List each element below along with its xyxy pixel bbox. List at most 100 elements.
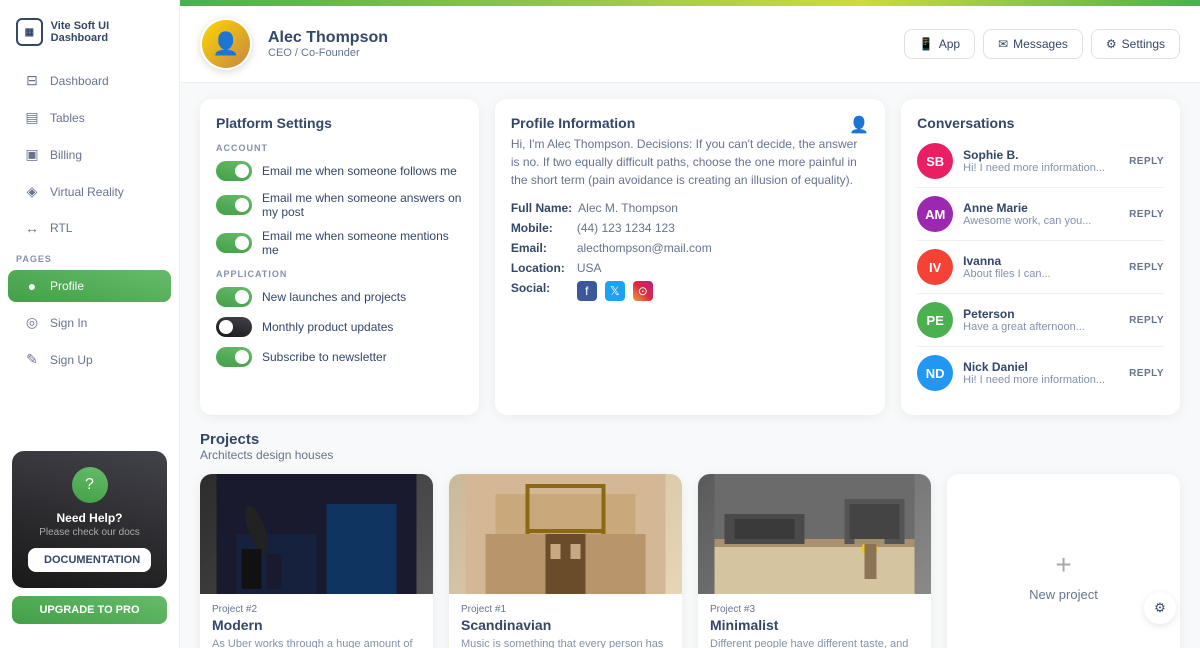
nav-item-dashboard[interactable]: ⊟ Dashboard: [8, 64, 171, 97]
nav-item-rtl[interactable]: ↔ RTL: [8, 212, 171, 244]
platform-settings-title: Platform Settings: [216, 115, 463, 131]
profile-name: Alec Thompson: [268, 29, 888, 47]
project-name-modern: Modern: [212, 617, 421, 633]
toggle-label-launches: New launches and projects: [262, 290, 406, 304]
nav-label-vr: Virtual Reality: [50, 185, 124, 199]
profile-header: 👤 Alec Thompson CEO / Co-Founder 📱 App ✉…: [180, 6, 1200, 83]
twitter-icon[interactable]: 𝕏: [605, 281, 625, 301]
profile-info-title: Profile Information: [511, 115, 635, 131]
toggle-row-newsletter: Subscribe to newsletter: [216, 347, 463, 367]
info-row-email: Email: alecthompson@mail.com: [511, 241, 869, 255]
conv-msg-anne: Awesome work, can you...: [963, 215, 1119, 227]
project-card-modern[interactable]: Project #2 Modern As Uber works through …: [200, 474, 433, 648]
conv-name-nick: Nick Daniel: [963, 360, 1119, 374]
nav-item-tables[interactable]: ▤ Tables: [8, 101, 171, 134]
project-img-modern: [200, 474, 433, 594]
email-value: alecthompson@mail.com: [577, 241, 712, 255]
reply-btn-anne[interactable]: REPLY: [1129, 209, 1164, 220]
reply-btn-ivanna[interactable]: REPLY: [1129, 262, 1164, 273]
conv-item-ivanna: IV Ivanna About files I can... REPLY: [917, 241, 1164, 294]
conv-name-anne: Anne Marie: [963, 201, 1119, 215]
profile-role: CEO / Co-Founder: [268, 47, 888, 59]
project-info-scandinavian: Project #1 Scandinavian Music is somethi…: [449, 594, 682, 648]
instagram-icon[interactable]: ⊙: [633, 281, 653, 301]
toggle-answer[interactable]: [216, 195, 252, 215]
project-info-modern: Project #2 Modern As Uber works through …: [200, 594, 433, 648]
nav-label-dashboard: Dashboard: [50, 74, 109, 88]
nav-label-signup: Sign Up: [50, 353, 93, 367]
conv-avatar-nick: ND: [917, 355, 953, 391]
conv-item-peterson: PE Peterson Have a great afternoon... RE…: [917, 294, 1164, 347]
location-label: Location:: [511, 261, 571, 275]
project-label-modern: Project #2: [212, 604, 421, 615]
sidebar-item-profile[interactable]: ● Profile: [8, 270, 171, 302]
messages-button[interactable]: ✉ Messages: [983, 29, 1083, 59]
nav-label-rtl: RTL: [50, 221, 72, 235]
conv-avatar-peterson: PE: [917, 302, 953, 338]
toggle-mention[interactable]: [216, 233, 252, 253]
edit-icon[interactable]: 👤: [849, 115, 869, 135]
full-name-value: Alec M. Thompson: [578, 201, 678, 215]
settings-button[interactable]: ⚙ Settings: [1091, 29, 1180, 59]
sidebar-bottom: ? Need Help? Please check our docs DOCUM…: [0, 439, 179, 636]
reply-btn-sophie[interactable]: REPLY: [1129, 156, 1164, 167]
help-icon: ?: [72, 467, 108, 503]
project-img-minimalist: [698, 474, 931, 594]
project-card-minimalist[interactable]: Project #3 Minimalist Different people h…: [698, 474, 931, 648]
pages-section-label: PAGES: [0, 246, 179, 268]
content-area: Platform Settings ACCOUNT Email me when …: [180, 83, 1200, 648]
conv-item-nick: ND Nick Daniel Hi! I need more informati…: [917, 347, 1164, 399]
toggle-label-monthly: Monthly product updates: [262, 320, 393, 334]
main-area: 👤 Alec Thompson CEO / Co-Founder 📱 App ✉…: [180, 0, 1200, 648]
conv-msg-sophie: Hi! I need more information...: [963, 162, 1119, 174]
settings-icon: ⚙: [1106, 37, 1117, 51]
conversations-title: Conversations: [917, 115, 1164, 131]
nav-label-tables: Tables: [50, 111, 85, 125]
project-label-minimalist: Project #3: [710, 604, 919, 615]
rtl-icon: ↔: [24, 220, 40, 236]
app-icon: 📱: [919, 37, 934, 51]
project-card-scandinavian[interactable]: Project #1 Scandinavian Music is somethi…: [449, 474, 682, 648]
nav-label-signin: Sign In: [50, 316, 87, 330]
toggle-monthly[interactable]: [216, 317, 252, 337]
toggle-launches[interactable]: [216, 287, 252, 307]
top-row: Platform Settings ACCOUNT Email me when …: [200, 99, 1180, 415]
toggle-row-mention: Email me when someone mentions me: [216, 229, 463, 257]
toggle-row-answer: Email me when someone answers on my post: [216, 191, 463, 219]
nav-label-billing: Billing: [50, 148, 82, 162]
sidebar-item-signin[interactable]: ◎ Sign In: [8, 306, 171, 339]
facebook-icon[interactable]: f: [577, 281, 597, 301]
logo-icon: ▦: [16, 18, 43, 46]
social-label: Social:: [511, 281, 571, 295]
conv-info-ivanna: Ivanna About files I can...: [963, 254, 1119, 280]
profile-icon: ●: [24, 278, 40, 294]
application-section-label: APPLICATION: [216, 269, 463, 279]
sidebar-item-signup[interactable]: ✎ Sign Up: [8, 343, 171, 376]
info-row-location: Location: USA: [511, 261, 869, 275]
new-project-card[interactable]: + New project: [947, 474, 1180, 648]
toggle-follow[interactable]: [216, 161, 252, 181]
nav-item-virtual-reality[interactable]: ◈ Virtual Reality: [8, 175, 171, 208]
messages-icon: ✉: [998, 37, 1008, 51]
projects-grid: Project #2 Modern As Uber works through …: [200, 474, 1180, 648]
nav-item-billing[interactable]: ▣ Billing: [8, 138, 171, 171]
conv-item-anne: AM Anne Marie Awesome work, can you... R…: [917, 188, 1164, 241]
upgrade-button[interactable]: UPGRADE TO PRO: [12, 596, 167, 624]
help-subtitle: Please check our docs: [28, 527, 151, 538]
project-label-scandinavian: Project #1: [461, 604, 670, 615]
platform-settings-card: Platform Settings ACCOUNT Email me when …: [200, 99, 479, 415]
dashboard-icon: ⊟: [24, 72, 40, 89]
app-button[interactable]: 📱 App: [904, 29, 975, 59]
profile-info-header: Alec Thompson CEO / Co-Founder: [268, 29, 888, 59]
reply-btn-nick[interactable]: REPLY: [1129, 368, 1164, 379]
location-value: USA: [577, 261, 602, 275]
reply-btn-peterson[interactable]: REPLY: [1129, 315, 1164, 326]
project-desc-scandinavian: Music is something that every person has…: [461, 637, 670, 648]
mobile-label: Mobile:: [511, 221, 571, 235]
avatar-image: 👤: [202, 20, 250, 68]
toggle-newsletter[interactable]: [216, 347, 252, 367]
conv-name-ivanna: Ivanna: [963, 254, 1119, 268]
settings-bottom-icon[interactable]: ⚙: [1144, 592, 1176, 624]
docs-button[interactable]: DOCUMENTATION: [28, 548, 151, 572]
profile-bio: Hi, I'm Alec Thompson. Decisions: If you…: [511, 135, 869, 189]
